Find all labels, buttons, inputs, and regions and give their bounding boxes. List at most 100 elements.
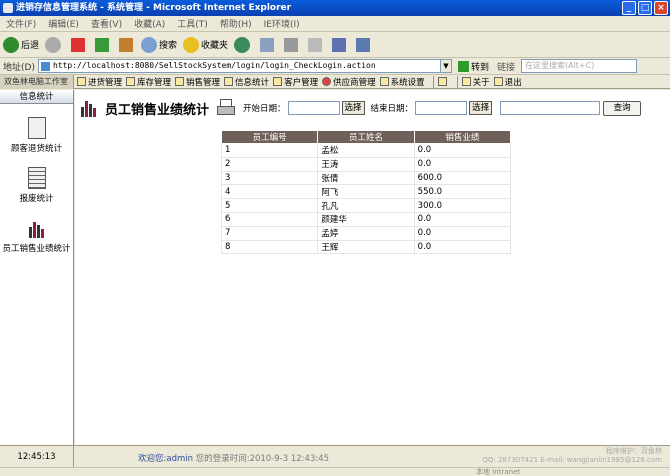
customers-icon bbox=[273, 77, 283, 86]
bar-chart-icon bbox=[81, 101, 96, 117]
minimize-button[interactable]: _ bbox=[622, 1, 636, 15]
end-date-input[interactable] bbox=[415, 101, 468, 115]
page-icon bbox=[40, 62, 50, 71]
clock: 12:45:13 bbox=[0, 446, 74, 468]
back-arrow-icon bbox=[3, 36, 19, 53]
start-date-input[interactable] bbox=[287, 101, 340, 115]
nav-exit[interactable]: 退出 bbox=[493, 76, 522, 88]
browser-search-input[interactable]: 在这里搜索(Alt+C) bbox=[520, 59, 637, 73]
column-header: 销售业绩 bbox=[413, 130, 512, 144]
menu-ie-env[interactable]: IE环境(I) bbox=[264, 17, 300, 30]
nav-settings[interactable]: 系统设置 bbox=[379, 76, 425, 88]
app-nav-bar: 双鱼林电脑工作室 进货管理 库存管理 销售管理 信息统计 客户管理 供应商管理 … bbox=[0, 74, 670, 89]
column-header: 员工编号 bbox=[220, 130, 319, 144]
research-icon bbox=[356, 37, 371, 52]
menu-tools[interactable]: 工具(T) bbox=[177, 17, 208, 30]
menu-view[interactable]: 查看(V) bbox=[91, 17, 122, 30]
table-row: 4 阿飞 550.0 bbox=[220, 184, 512, 200]
table-row: 7 孟婷 0.0 bbox=[220, 225, 512, 241]
mail-icon bbox=[260, 37, 275, 52]
report-header: 员工销售业绩统计 开始日期： 选择 结束日期： 选择 查询 bbox=[80, 98, 642, 118]
nav-sales[interactable]: 销售管理 bbox=[175, 76, 220, 88]
menu-edit[interactable]: 编辑(E) bbox=[48, 17, 79, 30]
print-button[interactable] bbox=[282, 34, 300, 56]
column-header: 员工姓名 bbox=[317, 130, 415, 144]
chart-tool-icon bbox=[437, 77, 447, 86]
window-title: 进销存信息管理系统 - 系统管理 - Microsoft Internet Ex… bbox=[16, 3, 292, 13]
extra-filter-input[interactable] bbox=[500, 101, 601, 115]
menu-help[interactable]: 帮助(H) bbox=[220, 17, 252, 30]
table-row: 8 王辉 0.0 bbox=[220, 239, 512, 255]
sidebar-item-scrap[interactable]: 报废统计 bbox=[0, 167, 73, 204]
ie-icon bbox=[3, 3, 13, 13]
nav-divider bbox=[432, 75, 434, 88]
refresh-icon bbox=[95, 37, 110, 52]
nav-divider bbox=[456, 75, 458, 88]
end-date-label: 结束日期： bbox=[370, 104, 414, 114]
nav-tool-button[interactable] bbox=[437, 77, 449, 86]
nav-purchase[interactable]: 进货管理 bbox=[77, 76, 122, 88]
favorites-button[interactable]: 收藏夹 bbox=[183, 34, 228, 56]
maximize-button[interactable]: □ bbox=[638, 1, 652, 15]
messenger-button[interactable] bbox=[330, 34, 348, 56]
welcome-text: 欢迎您:admin 您的登录时间:2010-9-3 12:43:45 bbox=[138, 454, 330, 464]
returns-report-icon bbox=[27, 117, 46, 139]
home-icon bbox=[119, 37, 134, 52]
nav-suppliers[interactable]: 供应商管理 bbox=[322, 76, 376, 88]
nav-customers[interactable]: 客户管理 bbox=[273, 76, 318, 88]
address-label: 地址(D) bbox=[3, 62, 35, 73]
print-icon[interactable] bbox=[215, 98, 237, 118]
star-icon bbox=[183, 36, 200, 53]
suppliers-icon bbox=[322, 77, 332, 86]
stop-button[interactable] bbox=[69, 34, 87, 56]
exit-icon bbox=[493, 77, 503, 86]
window-titlebar: 进销存信息管理系统 - 系统管理 - Microsoft Internet Ex… bbox=[0, 0, 670, 16]
sidebar-item-staff-sales[interactable]: 员工销售业绩统计 bbox=[0, 217, 73, 254]
mail-button[interactable] bbox=[258, 34, 276, 56]
stock-icon bbox=[126, 77, 136, 86]
settings-icon bbox=[379, 77, 389, 86]
search-button[interactable]: 搜索 bbox=[141, 34, 177, 56]
nav-statistics[interactable]: 信息统计 bbox=[224, 76, 269, 88]
edit-button[interactable] bbox=[306, 34, 324, 56]
search-icon bbox=[141, 36, 158, 53]
edit-icon bbox=[308, 37, 323, 52]
query-button[interactable]: 查询 bbox=[603, 100, 642, 116]
table-row: 5 孔凡 300.0 bbox=[220, 198, 512, 213]
links-button[interactable]: 链接 bbox=[497, 60, 515, 73]
nav-stock[interactable]: 库存管理 bbox=[126, 76, 171, 88]
main-content: 员工销售业绩统计 开始日期： 选择 结束日期： 选择 查询 员工编号 员工姓名 … bbox=[75, 90, 670, 445]
sidebar-item-customer-returns[interactable]: 顾客退货统计 bbox=[0, 117, 73, 154]
history-icon bbox=[234, 36, 251, 53]
sidebar-header: 信息统计 bbox=[0, 90, 73, 104]
start-date-label: 开始日期： bbox=[243, 104, 286, 114]
browser-toolbar: 后退 搜索 收藏夹 bbox=[0, 32, 670, 58]
forward-button[interactable] bbox=[45, 34, 63, 56]
table-header-row: 员工编号 员工姓名 销售业绩 bbox=[220, 130, 512, 144]
start-date-select-button[interactable]: 选择 bbox=[341, 101, 365, 115]
table-row: 1 孟松 0.0 bbox=[220, 143, 512, 158]
nav-about[interactable]: 关于 bbox=[461, 76, 490, 88]
refresh-button[interactable] bbox=[93, 34, 111, 56]
close-button[interactable]: × bbox=[654, 1, 668, 15]
research-button[interactable] bbox=[354, 34, 372, 56]
forward-arrow-icon bbox=[45, 36, 62, 53]
table-row: 2 王涛 0.0 bbox=[220, 156, 512, 172]
home-button[interactable] bbox=[117, 34, 135, 56]
print-icon bbox=[284, 37, 299, 52]
table-row: 6 颜建华 0.0 bbox=[220, 211, 512, 227]
menu-file[interactable]: 文件(F) bbox=[6, 17, 36, 30]
end-date-select-button[interactable]: 选择 bbox=[469, 101, 493, 115]
address-bar: 地址(D) http://localhost:8080/SellStockSys… bbox=[0, 58, 670, 75]
brand-label: 双鱼林电脑工作室 bbox=[0, 74, 74, 89]
go-arrow-icon bbox=[457, 60, 469, 72]
statistics-icon bbox=[224, 77, 234, 86]
go-button[interactable]: 转到 bbox=[457, 60, 489, 73]
back-button[interactable]: 后退 bbox=[3, 34, 39, 56]
messenger-icon bbox=[332, 37, 347, 52]
history-button[interactable] bbox=[234, 34, 252, 56]
address-input[interactable]: http://localhost:8080/SellStockSystem/lo… bbox=[37, 59, 441, 73]
address-dropdown[interactable]: ▼ bbox=[440, 59, 452, 73]
menu-favorites[interactable]: 收藏(A) bbox=[134, 17, 165, 30]
browser-menubar: 文件(F) 编辑(E) 查看(V) 收藏(A) 工具(T) 帮助(H) IE环境… bbox=[0, 16, 670, 32]
